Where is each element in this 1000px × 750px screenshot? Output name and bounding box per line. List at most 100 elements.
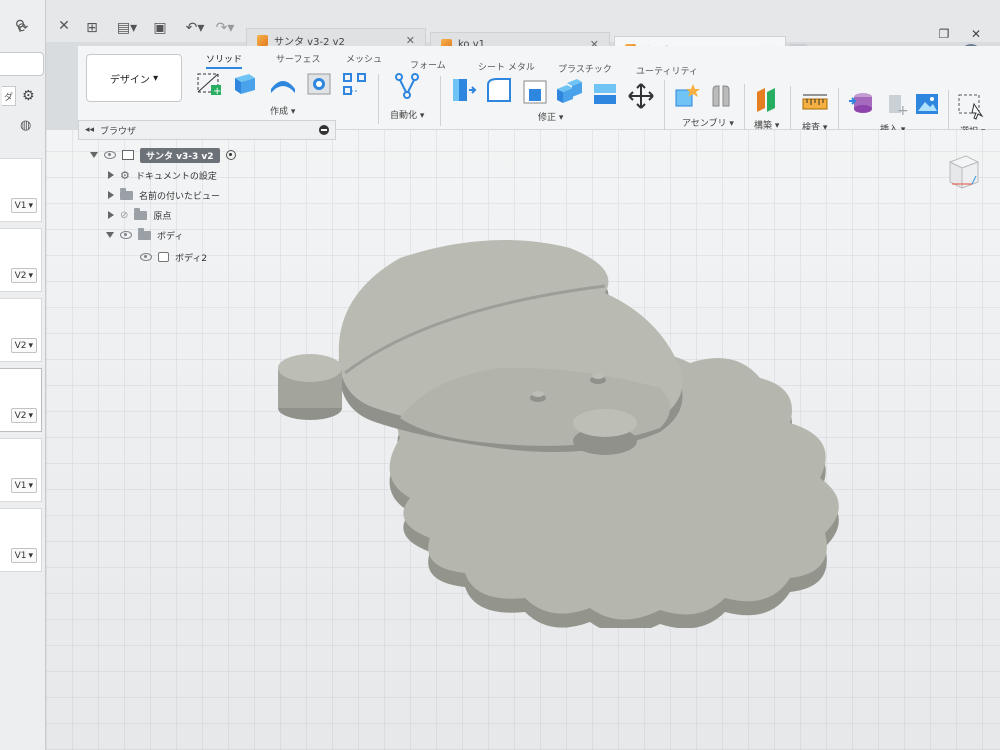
visibility-eye-icon[interactable] [140, 253, 152, 261]
browser-panel-header[interactable]: ◂◂ ブラウザ [78, 120, 336, 140]
close-icon[interactable]: ✕ [56, 18, 72, 34]
gear-icon: ⚙ [120, 168, 130, 182]
shell-icon[interactable] [520, 78, 550, 106]
version-badge[interactable]: V1 ▾ [10, 198, 37, 213]
expand-arrow-icon[interactable] [108, 191, 114, 199]
expand-arrow-icon[interactable] [108, 171, 114, 179]
measure-icon[interactable] [800, 88, 830, 116]
create-menu-label[interactable]: 作成 ▾ [270, 104, 295, 117]
workspace-label: デザイン [109, 74, 150, 86]
browser-item-document-settings[interactable]: ⚙ ドキュメントの設定 [108, 166, 217, 184]
app-grid-icon[interactable]: ⊞ [84, 20, 100, 36]
assemble-menu-label[interactable]: アセンブリ ▾ [682, 116, 734, 129]
tab-utility[interactable]: ユーティリティ [636, 64, 698, 77]
tab-plastic[interactable]: プラスチック [558, 62, 612, 75]
expand-arrow-icon[interactable] [108, 211, 114, 219]
version-badge[interactable]: V2 ▾ [10, 338, 37, 353]
item-label: ボディ2 [175, 253, 208, 264]
toolbar-divider [378, 74, 379, 124]
component-icon [122, 150, 134, 160]
fillet-icon[interactable] [484, 76, 514, 104]
save-icon[interactable]: ▣ [152, 20, 168, 36]
press-pull-icon[interactable] [448, 76, 478, 104]
combine-icon[interactable] [554, 78, 584, 106]
toolbar-divider [790, 86, 791, 136]
folder-icon [138, 227, 151, 240]
file-card[interactable]: V1 ▾ [0, 158, 42, 222]
browser-root-item[interactable]: サンタ v3-3 v2 [90, 146, 236, 164]
automate-label: 自動化 [390, 111, 418, 121]
insert-mesh-icon[interactable] [846, 88, 876, 116]
close-window-icon[interactable]: ✕ [966, 24, 986, 44]
toolbar-divider [744, 84, 745, 134]
item-label: 原点 [153, 211, 172, 222]
automate-icon[interactable] [392, 72, 422, 100]
tab-solid[interactable]: ソリッド [206, 52, 243, 69]
filter-chip[interactable]: ダ [2, 86, 16, 106]
modify-menu-label[interactable]: 修正 ▾ [538, 110, 563, 123]
split-body-icon[interactable] [590, 80, 620, 108]
collapse-panel-icon[interactable]: ◂◂ [85, 125, 94, 135]
svg-text:+: + [897, 103, 909, 117]
toolbar-divider [664, 80, 665, 130]
tab-mesh[interactable]: メッシュ [346, 52, 382, 65]
automate-menu-label[interactable]: 自動化 ▾ [390, 108, 424, 121]
data-panel-filter-row: ダ ⚙ [0, 84, 46, 108]
visibility-eye-icon[interactable] [104, 151, 116, 159]
version-badge[interactable]: V1 ▾ [10, 548, 37, 563]
version-badge[interactable]: V2 ▾ [10, 408, 37, 423]
joint-icon[interactable] [706, 82, 736, 110]
assemble-label: アセンブリ [682, 119, 727, 129]
offset-plane-icon[interactable] [752, 86, 782, 114]
expand-arrow-icon[interactable] [106, 232, 114, 238]
gear-icon[interactable]: ⚙ [22, 88, 35, 104]
revolve-icon[interactable] [268, 70, 298, 98]
create-label: 作成 [270, 107, 289, 117]
item-label: ドキュメントの設定 [135, 171, 217, 182]
undo-icon[interactable]: ↶▾ [182, 20, 208, 36]
file-card[interactable]: V2 ▾ [0, 228, 42, 292]
browser-item-origin[interactable]: ⊘ 原点 [108, 206, 171, 224]
search-icon[interactable]: ⚲ [12, 18, 28, 34]
body-icon [158, 252, 169, 262]
file-card[interactable]: V1 ▾ [0, 508, 42, 572]
browser-title: ブラウザ [100, 126, 137, 137]
create-sketch-icon[interactable]: + [194, 70, 224, 98]
select-icon[interactable] [956, 92, 986, 120]
file-card[interactable]: V2 ▾ [0, 298, 42, 362]
browser-item-named-views[interactable]: 名前の付いたビュー [108, 186, 220, 204]
file-menu-icon[interactable]: ▤▾ [114, 20, 140, 36]
visibility-eye-icon[interactable] [120, 231, 132, 239]
insert-derive-icon[interactable]: + [880, 90, 910, 118]
design-file-icon [257, 35, 268, 46]
version-badge[interactable]: V1 ▾ [10, 478, 37, 493]
file-card[interactable]: V1 ▾ [0, 438, 42, 502]
extrude-icon[interactable] [230, 68, 260, 96]
browser-item-bodies[interactable]: ボディ [106, 226, 183, 244]
tab-surface[interactable]: サーフェス [276, 52, 320, 65]
svg-text:+: + [213, 86, 221, 97]
hidden-eye-icon[interactable]: ⊘ [120, 210, 128, 221]
new-component-icon[interactable] [672, 82, 702, 110]
activate-radio[interactable] [225, 150, 236, 160]
file-card-selected[interactable]: V2 ▾ [0, 368, 42, 432]
globe-icon[interactable]: ◍ [20, 118, 31, 133]
workspace-switcher-button[interactable]: デザイン ▾ [86, 54, 182, 102]
hole-icon[interactable] [304, 70, 334, 98]
restore-window-icon[interactable]: ❐ [934, 24, 954, 44]
data-panel-search-input[interactable] [0, 52, 44, 76]
tab-form[interactable]: フォーム [410, 58, 446, 71]
view-cube[interactable] [944, 152, 980, 194]
redo-icon[interactable]: ↷▾ [212, 20, 238, 36]
santa-model[interactable] [260, 238, 860, 628]
browser-item-body2[interactable]: ボディ2 [140, 248, 207, 266]
minimize-panel-icon[interactable] [319, 125, 329, 135]
toolbar-divider [440, 76, 441, 126]
pattern-icon[interactable] [340, 70, 370, 98]
version-badge[interactable]: V2 ▾ [10, 268, 37, 283]
expand-arrow-icon[interactable] [90, 152, 98, 158]
item-label: ボディ [157, 231, 184, 242]
tab-sheet-metal[interactable]: シート メタル [478, 60, 535, 73]
insert-canvas-icon[interactable] [912, 90, 942, 118]
move-copy-icon[interactable] [626, 82, 656, 110]
